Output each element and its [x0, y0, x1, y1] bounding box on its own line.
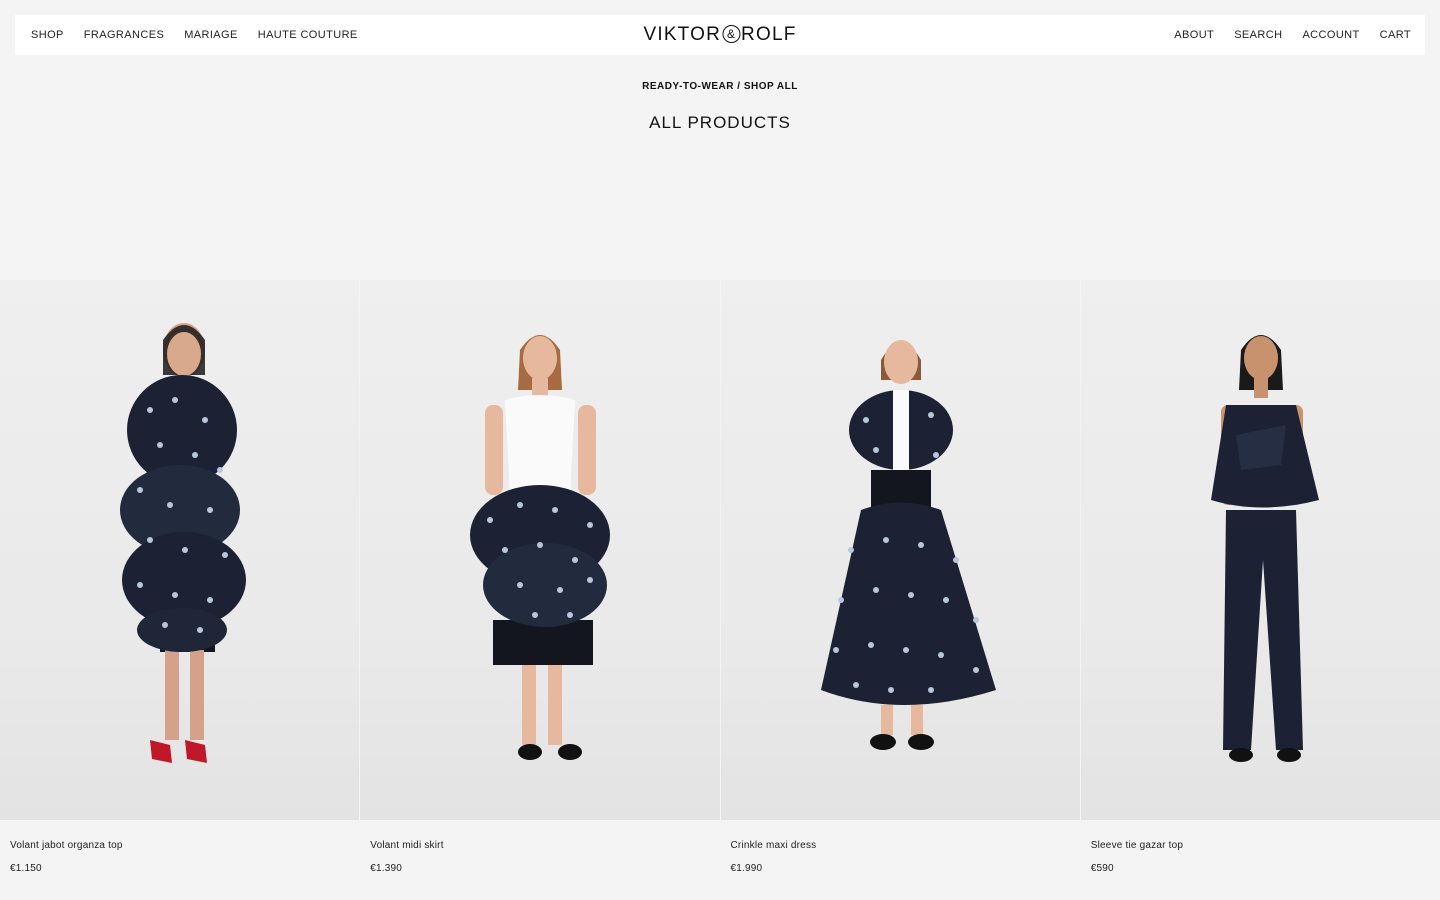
product-card[interactable]: Sleeve tie gazar top €590 [1080, 280, 1440, 900]
nav-cart[interactable]: CART [1380, 29, 1411, 41]
product-grid: Volant jabot organza top €1.150 Volant m… [0, 280, 1440, 900]
model-illustration [470, 335, 611, 760]
product-image[interactable] [0, 280, 360, 820]
primary-nav: SHOP FRAGRANCES MARIAGE HAUTE COUTURE [31, 29, 358, 41]
product-card[interactable]: Volant jabot organza top €1.150 [0, 280, 360, 900]
utility-nav: ABOUT SEARCH ACCOUNT CART [1174, 29, 1411, 41]
product-price: €1.150 [10, 863, 42, 874]
product-price: €1.990 [730, 863, 763, 874]
nav-fragrances[interactable]: FRAGRANCES [84, 29, 164, 41]
breadcrumb-ready-to-wear[interactable]: READY-TO-WEAR [642, 81, 734, 92]
product-name[interactable]: Sleeve tie gazar top [1091, 840, 1440, 851]
product-card[interactable]: Crinkle maxi dress €1.990 [720, 280, 1080, 900]
product-name[interactable]: Volant jabot organza top [10, 840, 359, 851]
logo-text-right: ROLF [741, 24, 797, 45]
product-image[interactable] [1080, 280, 1440, 820]
product-image[interactable] [360, 280, 720, 820]
product-price: €590 [1090, 863, 1114, 874]
product-price: €1.390 [370, 863, 403, 874]
model-illustration [120, 323, 246, 763]
site-header: SHOP FRAGRANCES MARIAGE HAUTE COUTURE VI… [15, 15, 1425, 55]
nav-search[interactable]: SEARCH [1234, 29, 1282, 41]
brand-logo[interactable]: VIKTOR & ROLF [643, 24, 796, 46]
product-name[interactable]: Volant midi skirt [370, 840, 719, 851]
product-name[interactable]: Crinkle maxi dress [731, 840, 1080, 851]
model-illustration [1210, 335, 1319, 762]
nav-haute-couture[interactable]: HAUTE COUTURE [258, 29, 358, 41]
model-illustration [820, 340, 996, 750]
breadcrumb-separator: / [734, 81, 744, 92]
logo-ampersand: & [722, 25, 741, 43]
logo-text-left: VIKTOR [643, 24, 722, 45]
nav-about[interactable]: ABOUT [1174, 29, 1214, 41]
breadcrumb-current: SHOP ALL [743, 81, 798, 92]
nav-account[interactable]: ACCOUNT [1302, 29, 1359, 41]
product-card[interactable]: Volant midi skirt €1.390 [360, 280, 720, 900]
product-image[interactable] [720, 280, 1080, 820]
nav-shop[interactable]: SHOP [31, 29, 64, 41]
nav-mariage[interactable]: MARIAGE [184, 29, 238, 41]
breadcrumb: READY-TO-WEAR / SHOP ALL [0, 81, 1440, 92]
page-title: ALL PRODUCTS [649, 113, 791, 132]
